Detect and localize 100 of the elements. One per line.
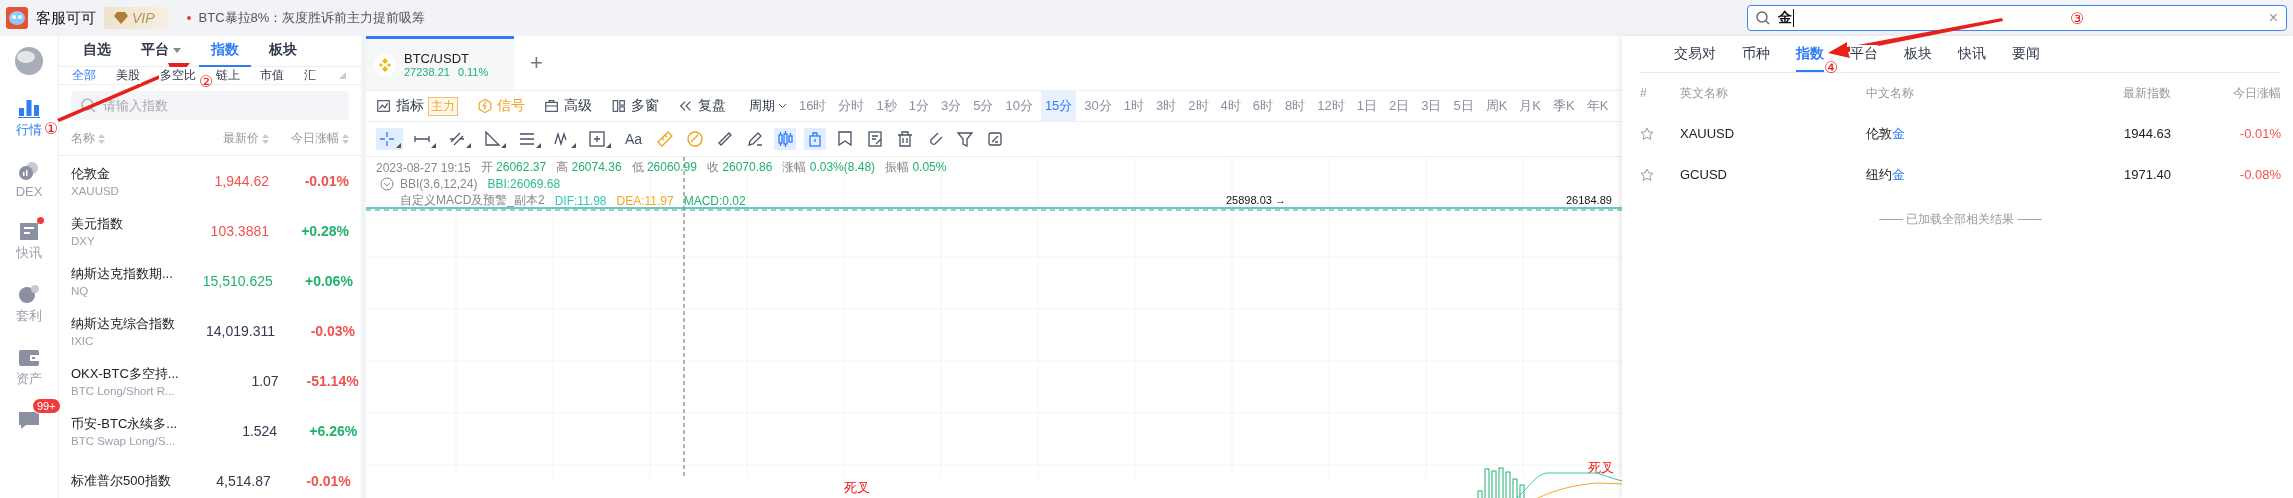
chinese-name[interactable]: 纽约金 [1865, 166, 1905, 182]
avatar-icon[interactable] [6, 7, 28, 29]
period-tab[interactable]: 季K [1548, 90, 1579, 122]
index-name[interactable]: 伦敦金 [71, 165, 110, 183]
period-tab[interactable]: 5日 [1449, 90, 1478, 122]
filter-tab[interactable]: 链上 [215, 67, 241, 84]
english-name[interactable]: XAUUSD [1680, 126, 1866, 141]
period-tab[interactable]: 10分 [1001, 90, 1037, 122]
column-header[interactable]: 最新价 [223, 130, 259, 147]
vip-badge[interactable]: VIP [104, 7, 169, 29]
period-tab[interactable]: 1分 [904, 90, 933, 122]
market-tab[interactable]: 自选 [71, 36, 123, 67]
toolbar-button[interactable]: 多窗 [611, 97, 666, 115]
coins-icon[interactable] [18, 161, 40, 181]
toolbar-button[interactable]: 高级 [544, 97, 599, 115]
period-tab[interactable]: 12时 [1313, 90, 1349, 122]
add-frame-icon[interactable] [586, 128, 613, 150]
filter-tab[interactable]: 市值 [259, 67, 285, 84]
nav-item[interactable]: DEX [15, 161, 43, 199]
index-name[interactable]: OKX-BTC多空持... [71, 365, 179, 383]
market-tab[interactable]: 板块 [257, 36, 309, 67]
indicator-value: BBI:26069.68 [487, 177, 561, 191]
nav-item[interactable]: 行情 [16, 98, 42, 139]
annotation-number: ④ [1824, 60, 1839, 76]
ohlc-value: 振幅 0.05% [885, 159, 947, 176]
period-tab[interactable]: 2时 [1184, 90, 1213, 122]
period-tab[interactable]: 周K [1481, 90, 1512, 122]
period-tab[interactable]: 1日 [1352, 90, 1381, 122]
chinese-name[interactable]: 伦敦金 [1865, 125, 1905, 141]
add-tab-button[interactable]: + [514, 36, 559, 90]
windows-icon[interactable] [611, 97, 627, 115]
coin-icon[interactable] [18, 284, 40, 304]
period-tab[interactable]: 月K [1515, 90, 1545, 122]
filter-tab[interactable]: 汇 [303, 67, 317, 84]
lightning-icon[interactable] [477, 97, 493, 115]
index-name[interactable]: 标准普尔500指数 [71, 472, 171, 490]
clear-button[interactable]: × [2268, 9, 2278, 27]
ohlc-value: 高 26074.36 [556, 159, 622, 176]
toolbar-button[interactable]: 复盘 [678, 97, 733, 115]
filter-tab[interactable]: 全部 [71, 67, 97, 84]
latest-price: 1.524 [242, 423, 278, 439]
index-name[interactable]: 纳斯达克指数期... [71, 265, 173, 283]
period-tab[interactable]: 16时 [795, 90, 831, 122]
bar-chart-icon[interactable] [18, 98, 40, 118]
newspaper-icon[interactable] [19, 221, 39, 241]
period-tab[interactable]: 4时 [1216, 90, 1245, 122]
period-tab[interactable]: 1秒 [872, 90, 901, 122]
star-icon[interactable] [1640, 126, 1654, 141]
text-tool[interactable]: Aa [621, 131, 647, 147]
daily-change: +6.26% [309, 423, 358, 439]
filter-tab[interactable]: 多空比 [159, 67, 197, 84]
toolbar-button[interactable]: 指标 主力 [376, 96, 465, 116]
period-menu[interactable]: 周期 [745, 90, 791, 122]
symbol-tab[interactable]: BTC/USDT 27238.21 0.11% [366, 36, 514, 90]
period-tab[interactable]: 2日 [1384, 90, 1414, 122]
lock-icon[interactable] [804, 128, 827, 150]
candles-icon[interactable] [774, 128, 797, 150]
nav-item[interactable]: 快讯 [16, 221, 42, 262]
chat-icon[interactable] [18, 410, 40, 430]
briefcase-icon[interactable] [544, 97, 560, 115]
period-tab[interactable]: 8时 [1281, 90, 1310, 122]
period-tab[interactable]: 分时 [834, 90, 869, 122]
daily-change: +0.06% [304, 273, 353, 289]
period-tab[interactable]: 6时 [1248, 90, 1277, 122]
period-tab[interactable]: 3日 [1417, 90, 1446, 122]
crosshair-icon[interactable] [376, 128, 403, 150]
index-name[interactable]: 美元指数 [71, 215, 123, 233]
index-name[interactable]: 币安-BTC永续多... [71, 415, 178, 433]
latest-index: 1944.63 [2123, 126, 2171, 141]
star-icon[interactable] [1640, 167, 1654, 182]
wallet-icon[interactable] [18, 347, 40, 367]
column-header: 英文名称 [1680, 84, 1729, 102]
result-tab[interactable]: 指数 [1796, 45, 1824, 72]
nav-item[interactable]: 资产 [16, 347, 42, 388]
filter-tab[interactable]: 美股 [115, 67, 141, 84]
news-headline[interactable]: BTC暴拉8%：灰度胜诉前主力提前吸筹 [198, 9, 426, 27]
period-tab[interactable]: 1时 [1119, 90, 1149, 122]
column-header[interactable]: 今日涨幅 [291, 130, 339, 147]
column-header[interactable]: 名称 [71, 130, 95, 147]
period-tab[interactable]: 3分 [936, 90, 966, 122]
index-name[interactable]: 纳斯达克综合指数 [71, 315, 175, 333]
latest-index: 1971.40 [2123, 167, 2171, 182]
globe-icon[interactable] [14, 46, 44, 76]
daily-change: -0.01% [2239, 126, 2281, 141]
ohlc-value: 涨幅 0.03%(8.48) [782, 159, 876, 176]
line-chart-icon[interactable] [376, 97, 392, 115]
latest-price: 1,944.62 [214, 173, 269, 189]
column-header: 今日涨幅 [2232, 84, 2281, 102]
english-name[interactable]: GCUSD [1680, 167, 1866, 182]
market-tab[interactable]: 平台 [129, 36, 193, 67]
toolbar-button[interactable]: 信号 [477, 97, 532, 115]
nav-item[interactable]: 套利 [16, 284, 42, 325]
collapse-icon[interactable] [380, 177, 394, 191]
annotation-number: ① [44, 121, 59, 137]
period-tab[interactable]: 15分 [1040, 90, 1077, 122]
period-tab[interactable]: 3时 [1152, 90, 1181, 122]
period-tab[interactable]: 30分 [1080, 90, 1116, 122]
period-tab[interactable]: 5分 [969, 90, 998, 122]
period-tab[interactable]: 年K [1582, 90, 1613, 122]
indicator-name: 自定义MACD及预警_副本2 [400, 192, 545, 209]
